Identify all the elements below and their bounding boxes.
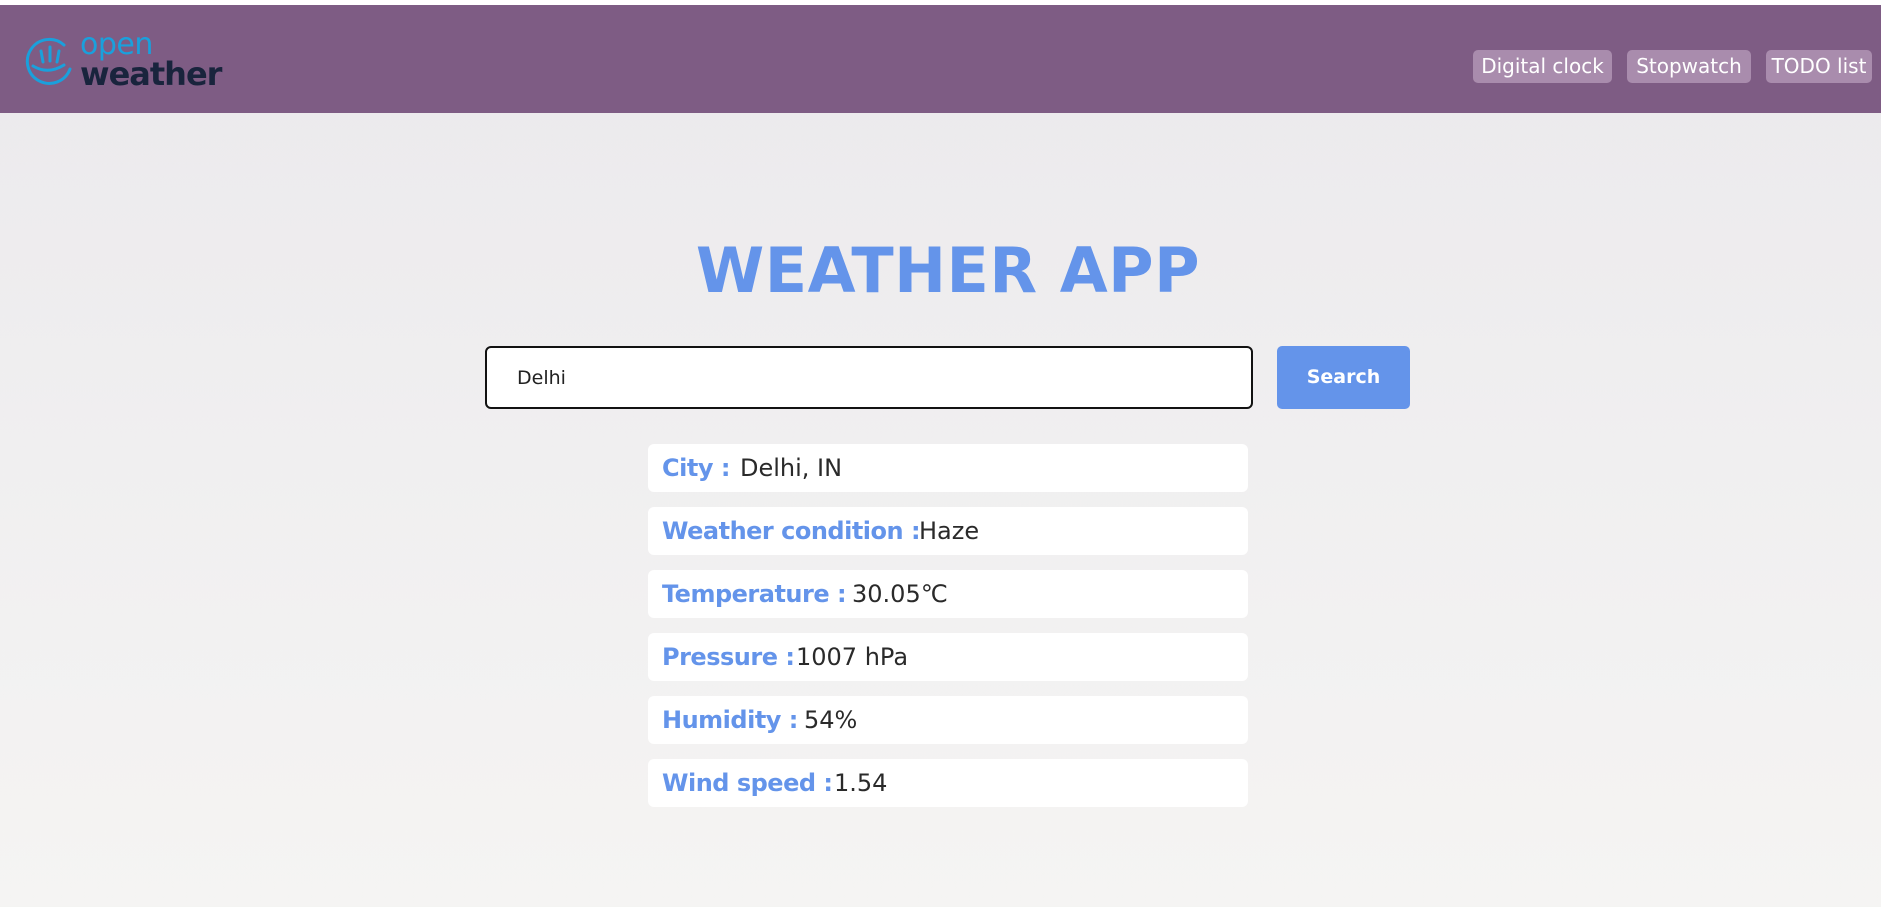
nav-digital-clock[interactable]: Digital clock (1473, 50, 1612, 83)
detail-value-humidity: 54% (804, 706, 858, 734)
detail-label-pressure: Pressure : (662, 643, 795, 671)
weather-detail-wind-speed: Wind speed : 1.54 (648, 759, 1248, 807)
openweather-sun-logo-icon (25, 37, 72, 85)
detail-value-temperature: 30.05℃ (852, 580, 948, 608)
weather-detail-city: City : Delhi, IN (648, 444, 1248, 492)
weather-detail-condition: Weather condition : Haze (648, 507, 1248, 555)
nav-stopwatch[interactable]: Stopwatch (1627, 50, 1751, 83)
detail-label-temperature: Temperature : (662, 580, 847, 608)
city-search-input[interactable] (485, 346, 1253, 409)
detail-label-wind-speed: Wind speed : (662, 769, 833, 797)
logo-text-weather: weather (80, 55, 222, 93)
search-button[interactable]: Search (1277, 346, 1410, 409)
page-title: WEATHER APP (695, 234, 1201, 307)
detail-value-pressure: 1007 hPa (796, 643, 909, 671)
nav-todo-list[interactable]: TODO list (1766, 50, 1872, 83)
openweather-logo[interactable]: open weather (24, 29, 224, 95)
detail-label-humidity: Humidity : (662, 706, 798, 734)
detail-label-city: City : (662, 454, 730, 482)
weather-detail-humidity: Humidity : 54% (648, 696, 1248, 744)
detail-label-condition: Weather condition : (662, 517, 921, 545)
weather-detail-pressure: Pressure : 1007 hPa (648, 633, 1248, 681)
detail-value-city: Delhi, IN (740, 454, 843, 482)
detail-value-wind-speed: 1.54 (834, 769, 888, 797)
detail-value-condition: Haze (919, 517, 980, 545)
weather-detail-temperature: Temperature : 30.05℃ (648, 570, 1248, 618)
header-bar: open weather Digital clock Stopwatch TOD… (0, 5, 1881, 113)
